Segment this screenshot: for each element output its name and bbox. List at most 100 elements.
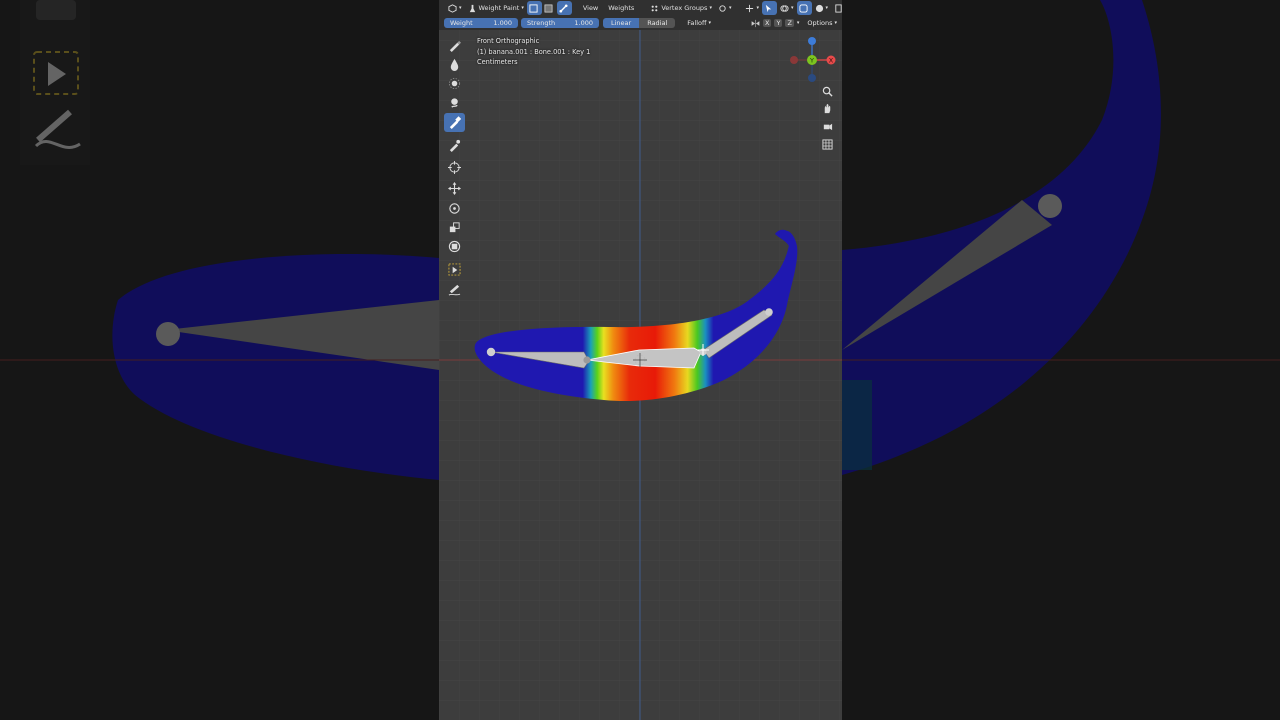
tool-average[interactable] bbox=[444, 74, 465, 93]
chevron-down-icon: ▾ bbox=[834, 20, 838, 26]
viewport-gizmos-dropdown[interactable]: ▾ bbox=[742, 1, 762, 15]
smear-brush-icon bbox=[451, 98, 458, 108]
tool-move[interactable] bbox=[444, 179, 465, 198]
vertex-groups-label: Vertex Groups bbox=[661, 4, 708, 12]
tool-transform[interactable] bbox=[444, 237, 465, 256]
gizmo-y-label: Y bbox=[809, 57, 814, 65]
falloff-radial-button[interactable]: Radial bbox=[639, 18, 676, 28]
sample-weight-icon bbox=[449, 116, 461, 129]
face-select-toggle[interactable] bbox=[542, 1, 557, 15]
bone-joint-1[interactable] bbox=[583, 356, 591, 364]
scale-icon bbox=[449, 222, 460, 233]
symmetry-z-toggle[interactable]: Z bbox=[785, 19, 794, 27]
overlay-icon bbox=[780, 4, 789, 12]
chevron-down-icon: ▾ bbox=[791, 5, 794, 11]
editor-type-dropdown[interactable]: ▾ bbox=[445, 1, 465, 15]
shading-dropdown[interactable]: ▾ bbox=[812, 1, 832, 15]
navigation-gizmo[interactable]: X Y bbox=[785, 34, 841, 84]
toggle-perspective-button[interactable] bbox=[819, 136, 835, 152]
banana-body[interactable] bbox=[474, 230, 798, 402]
weight-value: 1.000 bbox=[493, 19, 512, 27]
symmetry-y-toggle[interactable]: Y bbox=[774, 19, 783, 27]
falloff-shape-toggle: Linear Radial bbox=[603, 18, 676, 28]
strength-value: 1.000 bbox=[574, 19, 593, 27]
chevron-down-icon: ▾ bbox=[756, 5, 759, 11]
select-box-icon bbox=[448, 263, 461, 276]
tool-select-box[interactable] bbox=[444, 260, 465, 279]
tool-rotate[interactable] bbox=[444, 199, 465, 218]
weight-field[interactable]: Weight 1.000 bbox=[444, 18, 518, 28]
falloff-linear-button[interactable]: Linear bbox=[603, 18, 640, 28]
overlay-dropdown[interactable]: ▾ bbox=[777, 1, 797, 15]
banana-mesh[interactable] bbox=[439, 0, 842, 720]
symmetry-axes: X Y Z ▾ bbox=[751, 19, 799, 28]
tool-draw[interactable] bbox=[444, 36, 465, 55]
gizmo-neg-z-axis[interactable] bbox=[808, 74, 816, 82]
symmetry-x-toggle[interactable]: X bbox=[763, 19, 772, 27]
viewport-header: ▾ Weight Paint ▾ View Weights Vertex Gro… bbox=[439, 0, 842, 16]
falloff-dropdown[interactable]: Falloff ▾ bbox=[687, 19, 711, 27]
transform-pivot-dropdown[interactable]: ▾ bbox=[715, 1, 735, 15]
annotate-icon bbox=[448, 284, 461, 296]
chevron-down-icon: ▾ bbox=[825, 5, 829, 11]
3d-viewport[interactable]: ▾ Weight Paint ▾ View Weights Vertex Gro… bbox=[439, 0, 842, 720]
gizmo-neg-x-axis[interactable] bbox=[790, 56, 798, 64]
chevron-down-icon: ▾ bbox=[459, 5, 462, 11]
zoom-button[interactable] bbox=[819, 83, 835, 99]
bone-tail-joint[interactable] bbox=[765, 308, 773, 316]
show-gizmo-toggle[interactable] bbox=[762, 1, 777, 15]
menu-view[interactable]: View bbox=[580, 1, 601, 15]
vertex-groups-dropdown[interactable]: Vertex Groups ▾ bbox=[647, 1, 715, 15]
vertex-select-icon bbox=[529, 3, 538, 13]
menu-weights[interactable]: Weights bbox=[605, 1, 637, 15]
gizmo-icon bbox=[746, 4, 754, 12]
falloff-label: Falloff bbox=[687, 19, 707, 27]
menu-icon bbox=[835, 3, 842, 13]
tool-annotate[interactable] bbox=[444, 280, 465, 299]
chevron-down-icon: ▾ bbox=[709, 5, 712, 11]
gizmo-x-label: X bbox=[829, 57, 834, 65]
bone-select-toggle[interactable] bbox=[556, 1, 572, 15]
bone-icon bbox=[559, 3, 568, 13]
average-brush-icon bbox=[448, 77, 461, 90]
units-text: Centimeters bbox=[477, 58, 518, 66]
tool-smear[interactable] bbox=[444, 93, 465, 112]
solid-shading-icon bbox=[815, 4, 823, 12]
tool-scale[interactable] bbox=[444, 218, 465, 237]
left-background-dim bbox=[0, 0, 439, 720]
bone-head-joint[interactable] bbox=[486, 347, 496, 357]
chevron-down-icon: ▾ bbox=[708, 20, 711, 26]
camera-icon bbox=[823, 123, 832, 130]
object-info-text: (1) banana.001 : Bone.001 : Key 1 bbox=[477, 47, 591, 56]
strength-field[interactable]: Strength 1.000 bbox=[521, 18, 599, 28]
tool-sample-weight[interactable] bbox=[444, 113, 465, 132]
left-background-blur bbox=[0, 0, 439, 720]
vertex-groups-icon bbox=[651, 5, 658, 11]
tool-cursor[interactable] bbox=[444, 158, 465, 177]
tool-blur[interactable] bbox=[444, 55, 465, 74]
editor-type-icon bbox=[448, 3, 457, 13]
mode-dropdown[interactable]: Weight Paint ▾ bbox=[465, 1, 527, 15]
vertex-select-toggle[interactable] bbox=[526, 1, 542, 15]
xray-toggle[interactable] bbox=[796, 1, 812, 15]
options-label: Options bbox=[807, 19, 833, 27]
right-background-dim bbox=[842, 0, 1280, 720]
editor-menu-button[interactable] bbox=[831, 1, 842, 15]
options-dropdown[interactable]: Options ▾ bbox=[807, 19, 837, 27]
viewport-info-overlay: Front Orthographic (1) banana.001 : Bone… bbox=[477, 36, 590, 68]
camera-view-button[interactable] bbox=[819, 118, 835, 134]
chevron-down-icon: ▾ bbox=[796, 20, 800, 26]
gizmo-z-axis[interactable] bbox=[808, 37, 816, 45]
weight-paint-mode-icon bbox=[469, 4, 475, 12]
pan-button[interactable] bbox=[819, 100, 835, 116]
sample-group-icon bbox=[449, 139, 461, 152]
mirror-icon bbox=[751, 19, 760, 27]
cursor-icon bbox=[448, 161, 461, 174]
hand-icon bbox=[824, 103, 830, 113]
strength-label: Strength bbox=[527, 19, 556, 27]
tool-sample-group[interactable] bbox=[444, 136, 465, 155]
weight-label: Weight bbox=[450, 19, 473, 27]
grid-icon bbox=[821, 138, 833, 150]
rotate-icon bbox=[449, 203, 460, 214]
face-select-icon bbox=[544, 4, 553, 12]
